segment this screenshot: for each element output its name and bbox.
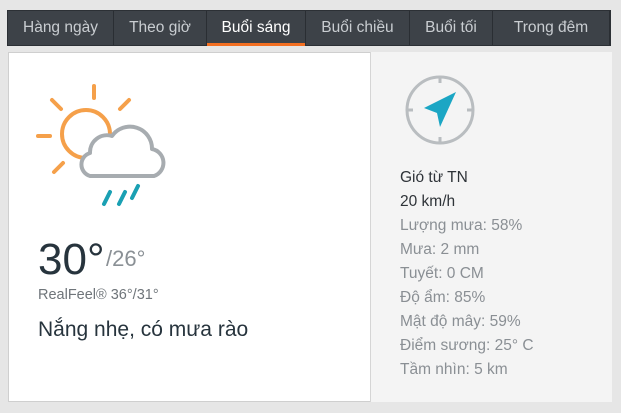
tab-daily[interactable]: Hàng ngày xyxy=(8,11,114,45)
humidity: Độ ẩm: 85% xyxy=(400,289,486,306)
tab-overnight[interactable]: Trong đêm xyxy=(493,11,610,45)
forecast-tabs: Hàng ngày Theo giờ Buổi sáng Buổi chiều … xyxy=(7,10,611,46)
realfeel-temperature: RealFeel® 36°/31° xyxy=(38,287,159,303)
tab-hourly[interactable]: Theo giờ xyxy=(114,11,207,45)
compass-arrow-icon xyxy=(405,75,475,145)
wind-direction: Gió từ TN xyxy=(400,169,468,186)
tab-evening[interactable]: Buổi tối xyxy=(410,11,493,45)
weather-details: Gió từ TN 20 km/h Lượng mưa: 58% Mưa: 2 … xyxy=(400,166,534,382)
temperature-high: 30° xyxy=(38,235,105,284)
sun-cloud-showers-icon xyxy=(36,84,166,206)
snow-amount: Tuyết: 0 CM xyxy=(400,265,484,282)
precipitation-probability: Lượng mưa: 58% xyxy=(400,217,523,234)
weather-phrase: Nắng nhẹ, có mưa rào xyxy=(38,318,249,341)
temperature-low: /26° xyxy=(106,246,146,271)
dew-point: Điểm sương: 25° C xyxy=(400,337,534,354)
rain-amount: Mưa: 2 mm xyxy=(400,241,480,258)
tab-afternoon[interactable]: Buổi chiều xyxy=(306,11,410,45)
cloud-cover: Mật độ mây: 59% xyxy=(400,313,521,330)
tab-morning[interactable]: Buổi sáng xyxy=(207,11,306,46)
visibility: Tầm nhìn: 5 km xyxy=(400,361,508,378)
wind-speed: 20 km/h xyxy=(400,193,456,210)
